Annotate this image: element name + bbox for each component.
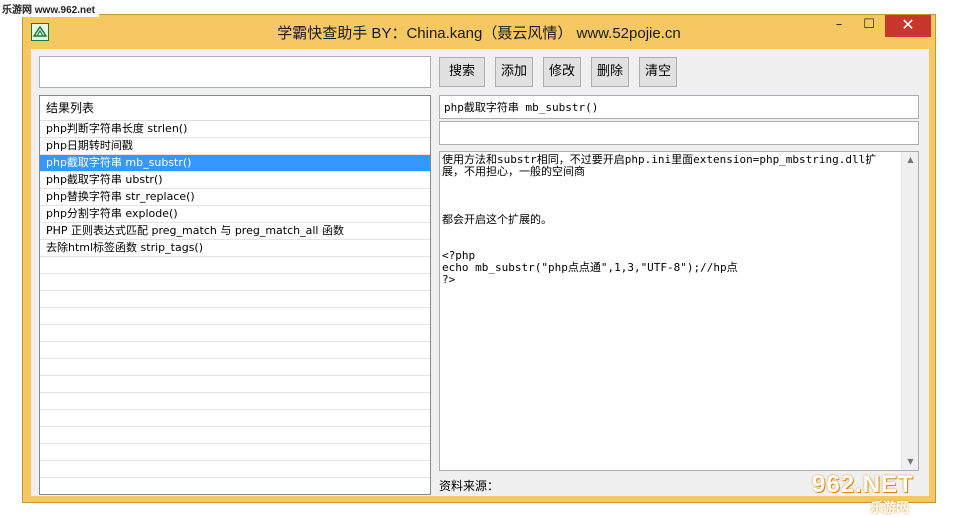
clear-button[interactable]: 清空: [639, 57, 677, 87]
list-item-empty: [40, 478, 430, 494]
search-input[interactable]: [39, 56, 431, 88]
list-item[interactable]: php截取字符串 mb_substr(): [40, 155, 430, 172]
list-item[interactable]: php替换字符串 str_replace(): [40, 189, 430, 206]
close-button[interactable]: ✕: [885, 15, 931, 37]
list-item-empty: [40, 376, 430, 393]
edit-button[interactable]: 修改: [543, 57, 581, 87]
search-button[interactable]: 搜索: [439, 57, 485, 87]
list-item-empty: [40, 257, 430, 274]
detail-title-field[interactable]: php截取字符串 mb_substr(): [439, 95, 919, 119]
results-list-header: 结果列表: [40, 96, 430, 121]
watermark-logo-subtext: 乐游网: [870, 501, 910, 516]
list-item-empty: [40, 325, 430, 342]
content-scrollbar[interactable]: ▲ ▼: [901, 152, 918, 470]
list-item-empty: [40, 308, 430, 325]
list-item-empty: [40, 342, 430, 359]
source-label: 资料来源：: [439, 479, 500, 493]
list-item-empty: [40, 410, 430, 427]
list-item-empty: [40, 427, 430, 444]
detail-secondary-field[interactable]: [439, 121, 919, 145]
watermark-top: 乐游网 www.962.net: [0, 0, 99, 17]
list-item[interactable]: php分割字符串 explode(): [40, 206, 430, 223]
add-button[interactable]: 添加: [495, 57, 533, 87]
watermark-bottom: 962.NET 乐游网: [812, 471, 950, 516]
detail-content-textarea[interactable]: 使用方法和substr相同，不过要开启php.ini里面extension=ph…: [439, 151, 919, 471]
list-item-empty: [40, 393, 430, 410]
title-bar[interactable]: 学霸快查助手 BY：China.kang（聂云风情） www.52pojie.c…: [23, 15, 935, 49]
list-item[interactable]: php日期转时间戳: [40, 138, 430, 155]
list-item-empty: [40, 291, 430, 308]
maximize-button[interactable]: ☐: [855, 15, 883, 37]
list-item[interactable]: PHP 正则表达式匹配 preg_match 与 preg_match_all …: [40, 223, 430, 240]
detail-content-text: 使用方法和substr相同，不过要开启php.ini里面extension=ph…: [442, 153, 877, 286]
results-list-rows: php判断字符串长度 strlen() php日期转时间戳 php截取字符串 mb_…: [40, 121, 430, 494]
window-title: 学霸快查助手 BY：China.kang（聂云风情） www.52pojie.c…: [277, 25, 681, 42]
scroll-down-arrow-icon[interactable]: ▼: [902, 454, 919, 470]
list-item[interactable]: php截取字符串 ubstr(): [40, 172, 430, 189]
list-item-empty: [40, 359, 430, 376]
list-item[interactable]: php判断字符串长度 strlen(): [40, 121, 430, 138]
app-window: 学霸快查助手 BY：China.kang（聂云风情） www.52pojie.c…: [22, 14, 936, 503]
list-item-empty: [40, 274, 430, 291]
list-item-empty: [40, 461, 430, 478]
client-area: 搜索 添加 修改 删除 清空 结果列表 php判断字符串长度 strlen() p…: [31, 49, 929, 496]
scroll-up-arrow-icon[interactable]: ▲: [902, 152, 919, 168]
delete-button[interactable]: 删除: [591, 57, 629, 87]
watermark-logo-text: 962.NET: [812, 471, 914, 498]
list-item[interactable]: 去除html标签函数 strip_tags(): [40, 240, 430, 257]
list-item-empty: [40, 444, 430, 461]
results-list[interactable]: 结果列表 php判断字符串长度 strlen() php日期转时间戳 php截取字符…: [39, 95, 431, 495]
minimize-button[interactable]: –: [825, 15, 853, 37]
